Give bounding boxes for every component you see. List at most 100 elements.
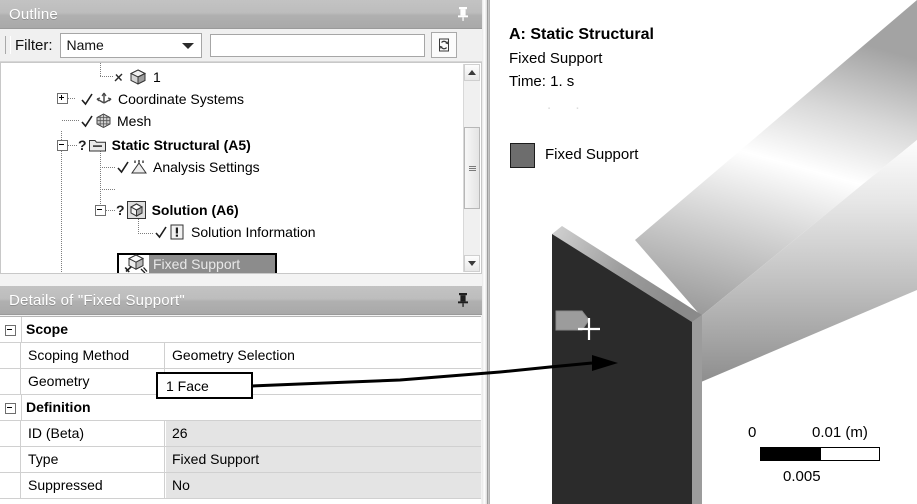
filter-toolbar: Filter: Name xyxy=(0,29,482,62)
details-panel-titlebar: Details of "Fixed Support" xyxy=(0,286,482,315)
details-grid: Scope Scoping Method Geometry Selection … xyxy=(0,316,481,504)
details-key-label: ID (Beta) xyxy=(28,425,85,441)
outline-panel-titlebar: Outline xyxy=(0,0,482,29)
legend-color-swatch xyxy=(510,143,535,168)
details-value-label: 26 xyxy=(172,425,188,441)
tree-scrollbar[interactable] xyxy=(463,64,480,272)
scale-mid-label: 0.005 xyxy=(783,468,821,485)
grid-gutter xyxy=(0,369,21,394)
tree-connector xyxy=(100,63,101,77)
body-cube-icon xyxy=(129,69,147,85)
solution-info-icon xyxy=(170,224,184,240)
details-key-cell: ID (Beta) xyxy=(21,421,165,446)
chevron-down-icon xyxy=(181,42,194,49)
scale-bar-filled-half xyxy=(761,448,821,460)
details-value-label: Fixed Support xyxy=(172,451,260,467)
coordinate-axes-icon xyxy=(96,92,112,104)
suppressed-x-icon xyxy=(114,73,123,82)
table-row[interactable]: Type Fixed Support xyxy=(0,447,481,473)
tree-expander-coordinate-systems[interactable] xyxy=(57,93,68,104)
details-value-label: No xyxy=(172,477,190,493)
tree-connector xyxy=(100,167,116,168)
grid-gutter xyxy=(0,421,21,446)
scrollbar-thumb[interactable] xyxy=(464,127,480,209)
grid-gutter xyxy=(0,343,21,368)
scroll-down-arrow-icon xyxy=(468,261,476,266)
mesh-icon xyxy=(96,113,111,129)
details-value-cell[interactable]: No xyxy=(166,473,481,498)
details-value-label: Geometry Selection xyxy=(172,347,295,363)
pin-icon[interactable] xyxy=(456,292,470,308)
details-value-cell[interactable]: Geometry Selection xyxy=(166,343,481,368)
geometry-value-label: 1 Face xyxy=(166,378,209,394)
folder-icon xyxy=(88,140,106,152)
panel-splitter[interactable] xyxy=(482,0,490,504)
tree-item-mesh[interactable]: Mesh xyxy=(80,110,151,132)
geometry-value-highlight[interactable]: 1 Face xyxy=(156,372,253,399)
question-status-icon: ? xyxy=(116,202,125,218)
pin-icon[interactable] xyxy=(456,6,470,22)
legend-label: Fixed Support xyxy=(545,146,639,163)
tree-item-label: Mesh xyxy=(117,113,152,129)
left-panel-column: Outline Filter: Name 1 Coordinate System… xyxy=(0,0,482,504)
tree-item-label: Analysis Settings xyxy=(153,159,260,175)
details-group-label: Definition xyxy=(26,399,91,415)
scroll-down-button[interactable] xyxy=(464,255,480,272)
outline-tree-panel: 1 Coordinate Systems Mesh ? Static Struc… xyxy=(0,62,482,274)
tree-item-solution[interactable]: ? Solution (A6) xyxy=(116,199,239,221)
scale-bar xyxy=(760,447,880,461)
outline-tree[interactable]: 1 Coordinate Systems Mesh ? Static Struc… xyxy=(1,63,453,273)
tree-item-solution-information[interactable]: Solution Information xyxy=(154,221,316,243)
viewport-title: A: Static Structural xyxy=(509,26,654,43)
filter-type-select[interactable]: Name xyxy=(59,32,202,58)
tree-item-analysis-settings[interactable]: Analysis Settings xyxy=(116,156,260,178)
tree-connector xyxy=(100,189,116,190)
details-key-cell: Type xyxy=(21,447,165,472)
refresh-button[interactable] xyxy=(430,32,457,58)
tree-item-coordinate-systems[interactable]: Coordinate Systems xyxy=(80,88,244,110)
scale-max-label: 0.01 (m) xyxy=(812,424,868,441)
tree-expander-solution[interactable] xyxy=(95,205,106,216)
tree-item-label: Fixed Support xyxy=(153,256,241,272)
group-collapse-icon[interactable] xyxy=(5,403,16,414)
details-group-scope[interactable]: Scope xyxy=(0,317,481,343)
details-key-cell: Suppressed xyxy=(21,473,165,498)
tree-item-static-structural[interactable]: ? Static Structural (A5) xyxy=(78,134,251,156)
outline-panel-title: Outline xyxy=(9,5,58,23)
details-value-cell: 26 xyxy=(166,421,481,446)
grid-gutter xyxy=(0,447,21,472)
grid-divider xyxy=(21,317,22,342)
viewport-faint-line: . . xyxy=(547,96,590,113)
details-key-label: Type xyxy=(28,451,59,467)
toolbar-grip[interactable] xyxy=(5,36,11,54)
tree-connector xyxy=(138,233,154,234)
tree-expander-static-structural[interactable] xyxy=(57,140,68,151)
table-row[interactable]: ID (Beta) 26 xyxy=(0,421,481,447)
filter-type-value: Name xyxy=(66,37,104,53)
details-value-cell: Fixed Support xyxy=(166,447,481,472)
details-panel-title: Details of "Fixed Support" xyxy=(9,291,185,309)
tree-item-label: 1 xyxy=(153,69,161,85)
grid-divider xyxy=(21,395,22,420)
tree-connector xyxy=(100,76,114,77)
viewport-subtitle: Fixed Support xyxy=(509,50,603,67)
grid-gutter xyxy=(0,473,21,498)
filter-search-input[interactable] xyxy=(209,33,425,57)
tree-connector xyxy=(61,131,62,273)
table-row[interactable]: Scoping Method Geometry Selection xyxy=(0,343,481,369)
group-collapse-icon[interactable] xyxy=(5,325,16,336)
tree-item-body-1[interactable]: 1 xyxy=(113,66,161,88)
details-key-cell: Geometry xyxy=(21,369,165,394)
question-status-icon: ? xyxy=(78,137,87,153)
scrollbar-grip-icon xyxy=(468,165,476,167)
tree-connector xyxy=(100,149,101,211)
analysis-settings-icon xyxy=(131,160,147,174)
details-group-label: Scope xyxy=(26,321,69,337)
tree-item-fixed-support-icons xyxy=(123,253,149,273)
scroll-up-button[interactable] xyxy=(464,64,480,81)
pin-icon-glyph xyxy=(458,293,468,307)
scrollbar-grip-icon xyxy=(468,167,476,169)
filter-label: Filter: xyxy=(15,36,53,54)
scrollbar-grip-icon xyxy=(468,169,476,171)
table-row[interactable]: Suppressed No xyxy=(0,473,481,499)
